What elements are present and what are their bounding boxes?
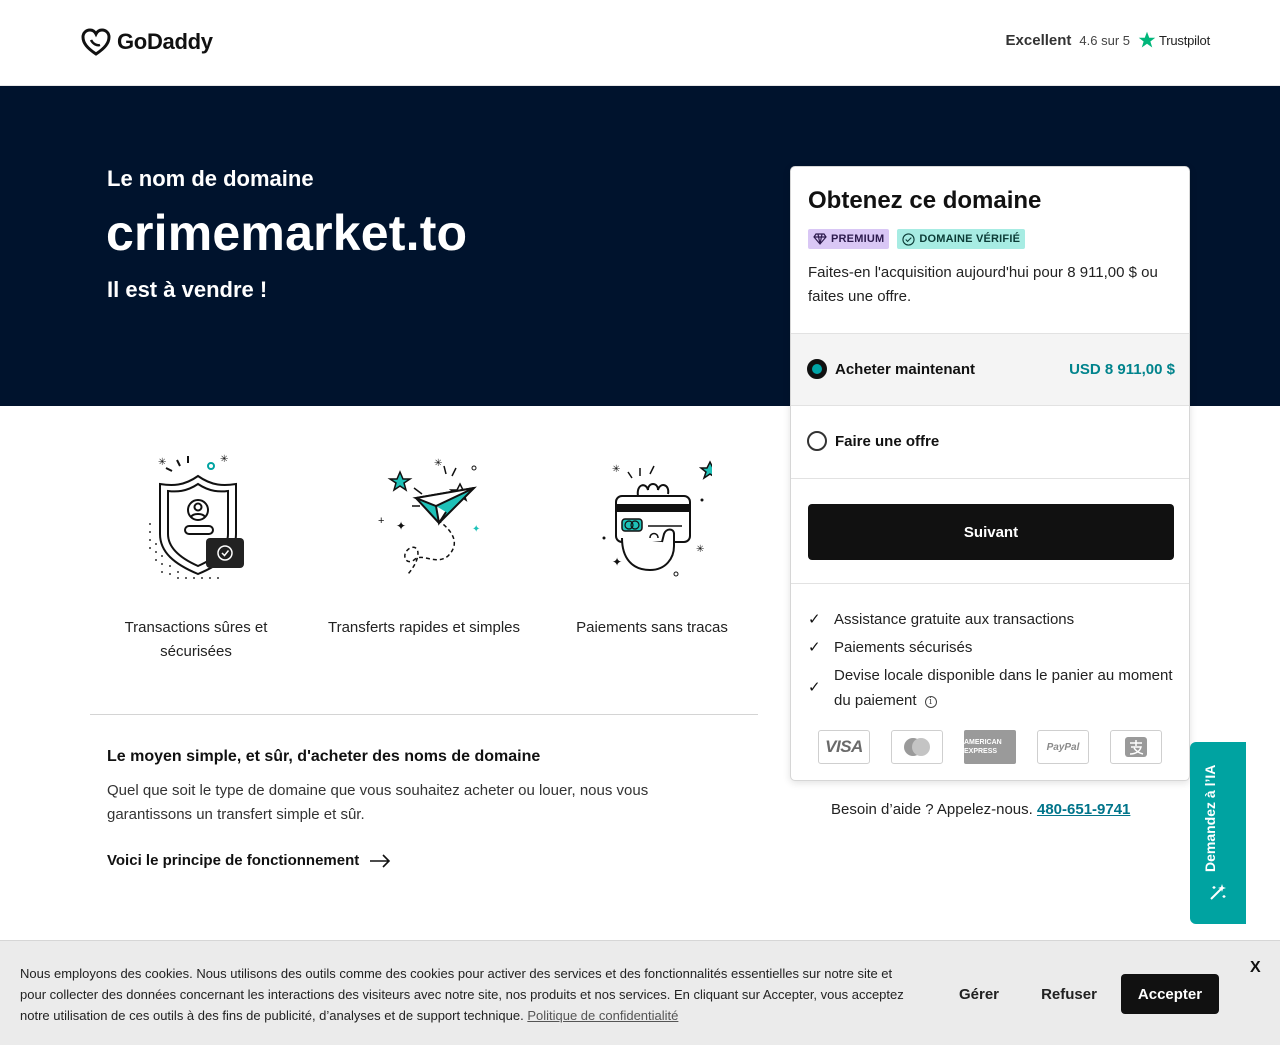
next-button[interactable]: Suivant: [808, 504, 1174, 560]
trustpilot-brand: Trustpilot: [1138, 31, 1210, 49]
feature-text: Assistance gratuite aux transactions: [834, 611, 1075, 628]
checkmark-icon: ✓: [808, 611, 821, 628]
buy-now-radio[interactable]: [807, 359, 827, 379]
badges: PREMIUM DOMAINE VÉRIFIÉ: [808, 229, 1026, 249]
shield-icon: ✳ ✳: [149, 454, 244, 579]
trustpilot-text: Trustpilot: [1159, 32, 1210, 48]
payment-methods: VISA AMERICAN EXPRESS PayPal: [818, 730, 1162, 764]
benefit-label: Transactions sûres et sécurisées: [124, 619, 268, 660]
make-offer-radio[interactable]: [807, 431, 827, 451]
svg-text:✳: ✳: [696, 544, 704, 555]
magic-wand-icon: [1210, 884, 1226, 900]
trustpilot-star-icon: [1138, 31, 1156, 48]
paper-plane-icon: ✳ + ✦ ✦: [378, 458, 480, 575]
card-description: Faites-en l'acquisition aujourd'hui pour…: [808, 264, 1158, 305]
how-it-works-link-label: Voici le principe de fonctionnement: [107, 852, 360, 869]
checkmark-icon: ✓: [808, 639, 821, 656]
premium-badge-label: PREMIUM: [831, 233, 885, 245]
make-offer-label: Faire une offre: [835, 433, 940, 450]
svg-text:✳: ✳: [158, 457, 166, 468]
section-divider: [90, 714, 758, 715]
how-it-works-text: Quel que soit le type de domaine que vou…: [107, 782, 649, 823]
paypal-icon: PayPal: [1037, 730, 1089, 764]
option-make-offer[interactable]: Faire une offre: [791, 406, 1189, 479]
svg-text:✳: ✳: [220, 454, 228, 465]
premium-badge: PREMIUM: [808, 229, 890, 249]
option-buy-now[interactable]: Acheter maintenant USD 8 911,00 $: [791, 333, 1189, 406]
help-line: Besoin d’aide ? Appelez-nous. 480-651-97…: [831, 801, 1130, 818]
benefit-label: Transferts rapides et simples: [327, 619, 520, 636]
card-separator: [791, 583, 1189, 584]
hero-kicker: Le nom de domaine: [107, 166, 314, 191]
svg-text:✦: ✦: [396, 519, 406, 533]
checkmark-icon: ✓: [808, 679, 821, 696]
verified-badge-label: DOMAINE VÉRIFIÉ: [919, 233, 1021, 245]
feature-list: ✓ Assistance gratuite aux transactions ✓…: [808, 607, 1178, 716]
diamond-icon: [813, 233, 827, 245]
accept-cookies-button[interactable]: Accepter: [1121, 974, 1219, 1014]
arrow-right-icon: [370, 853, 391, 868]
mastercard-icon: [891, 730, 943, 764]
help-text: Besoin d’aide ? Appelez-nous.: [831, 801, 1033, 818]
svg-text:✦: ✦: [612, 555, 622, 569]
svg-text:✦: ✦: [472, 524, 480, 535]
verified-badge: DOMAINE VÉRIFIÉ: [897, 229, 1026, 249]
feature-item: ✓ Assistance gratuite aux transactions: [808, 607, 1178, 632]
svg-text:✳: ✳: [612, 464, 620, 475]
card-payment-icon: ✳ ✳ ✦: [602, 460, 712, 577]
ask-ai-label: Demandez à l’IA: [1202, 764, 1218, 872]
ask-ai-tab[interactable]: Demandez à l’IA: [1190, 742, 1246, 924]
domain-name: crimemarket.to: [106, 205, 468, 261]
svg-text:✳: ✳: [434, 458, 442, 469]
trust-label: Excellent: [1005, 31, 1072, 49]
feature-text-wrap: Devise locale disponible dans le panier …: [834, 663, 1178, 713]
godaddy-logo[interactable]: GoDaddy: [81, 28, 213, 56]
cookie-message: Nous employons des cookies. Nous utiliso…: [20, 966, 904, 1023]
amex-icon: AMERICAN EXPRESS: [964, 730, 1016, 764]
benefit-fast: ✳ + ✦ ✦ Transferts rapides et simples: [324, 448, 524, 640]
visa-icon: VISA: [818, 730, 870, 764]
how-it-works-link[interactable]: Voici le principe de fonctionnement: [107, 852, 391, 869]
feature-item: ✓ Paiements sécurisés: [808, 635, 1178, 660]
buy-now-label: Acheter maintenant: [835, 361, 976, 378]
svg-text:+: +: [378, 515, 384, 527]
manage-cookies-button[interactable]: Gérer: [940, 974, 1018, 1014]
refuse-cookies-button[interactable]: Refuser: [1028, 974, 1110, 1014]
godaddy-heart-icon: [81, 28, 111, 56]
card-title: Obtenez ce domaine: [808, 187, 1042, 214]
cookie-banner: Nous employons des cookies. Nous utiliso…: [0, 940, 1280, 1045]
feature-item: ✓ Devise locale disponible dans le panie…: [808, 663, 1178, 713]
privacy-policy-link[interactable]: Politique de confidentialité: [527, 1008, 678, 1023]
benefit-label: Paiements sans tracas: [576, 619, 728, 636]
buy-now-price: USD 8 911,00 $: [1069, 361, 1175, 378]
feature-text: Devise locale disponible dans le panier …: [834, 667, 1173, 709]
cookie-text: Nous employons des cookies. Nous utiliso…: [20, 963, 920, 1026]
trust-score: 4.6 sur 5: [1079, 32, 1131, 48]
check-circle-icon: [902, 232, 915, 246]
logo-text: GoDaddy: [117, 29, 213, 54]
benefit-payments: ✳ ✳ ✦ Paiements sans tracas: [552, 448, 752, 640]
for-sale-text: Il est à vendre !: [107, 277, 268, 302]
close-icon[interactable]: X: [1250, 959, 1261, 977]
purchase-card: Obtenez ce domaine PREMIUM DOMAINE VÉRIF…: [790, 166, 1190, 781]
info-icon[interactable]: i: [924, 696, 937, 708]
alipay-icon: [1110, 730, 1162, 764]
site-header: GoDaddy Excellent 4.6 sur 5 Trustpilot: [0, 0, 1280, 86]
how-it-works-title: Le moyen simple, et sûr, d'acheter des n…: [107, 748, 541, 765]
help-phone-link[interactable]: 480-651-9741: [1037, 801, 1130, 818]
benefit-secure: ✳ ✳ Transactions sûres et sécurisées: [96, 448, 296, 664]
feature-text: Paiements sécurisés: [834, 639, 973, 656]
trustpilot-rating[interactable]: Excellent 4.6 sur 5 Trustpilot: [1005, 31, 1211, 49]
